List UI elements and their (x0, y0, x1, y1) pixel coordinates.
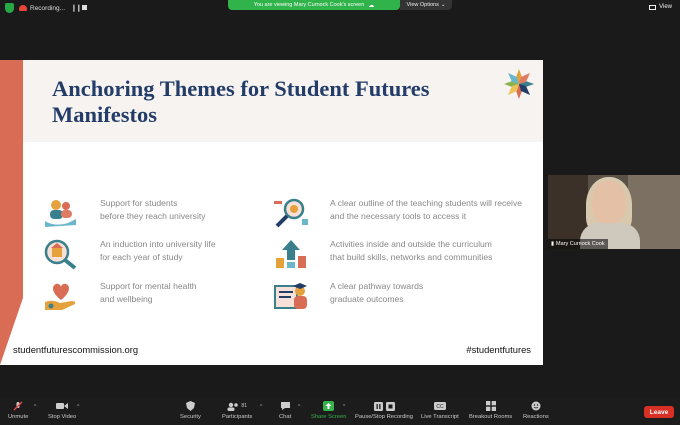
theme-item: A clear pathway towards graduate outcome… (272, 280, 423, 312)
pause-stop-recording-label: Pause/Stop Recording (355, 414, 414, 420)
chevron-up-icon[interactable]: ^ (260, 404, 262, 410)
svg-text:CC: CC (436, 404, 444, 410)
view-label: View (659, 4, 672, 10)
theme-item: An induction into university life for ea… (42, 238, 216, 270)
breakout-rooms-button[interactable]: Breakout Rooms (469, 401, 512, 420)
participants-count: 81 (241, 403, 247, 409)
meeting-toolbar: Unmute ^ Stop Video ^ Security 81 Partic… (0, 398, 680, 425)
video-camera-icon (56, 401, 69, 411)
shared-slide: Anchoring Themes for Student Futures Man… (0, 60, 543, 365)
participants-label: Participants (222, 414, 253, 420)
pause-recording-icon[interactable]: ❙❙ (71, 4, 82, 12)
theme-item: A clear outline of the teaching students… (272, 197, 522, 229)
heart-hand-icon (45, 283, 76, 310)
share-screen-icon (323, 401, 335, 411)
security-button[interactable]: Security (180, 401, 201, 420)
smiley-icon (530, 401, 542, 411)
slide-title: Anchoring Themes for Student Futures Man… (52, 76, 430, 127)
live-transcript-label: Live Transcript (421, 414, 459, 420)
stop-video-button[interactable]: Stop Video (48, 401, 76, 420)
unmute-label: Unmute (8, 414, 29, 420)
mic-muted-icon (12, 401, 24, 411)
theme-item-text: An induction into university life for ea… (100, 239, 216, 262)
theme-item-text: A clear outline of the teaching students… (330, 198, 523, 221)
theme-item: Support for students before they reach u… (42, 197, 206, 229)
theme-item: Activities inside and outside the curric… (272, 238, 492, 270)
screen-share-banner: You are viewing Mary Curnock Cook's scre… (228, 0, 400, 10)
theme-item-text: Support for students before they reach u… (100, 198, 206, 221)
theme-item: Support for mental health and wellbeing (42, 280, 197, 312)
participant-name: Mary Curnock Cook (556, 241, 605, 247)
participant-video[interactable]: ▮ Mary Curnock Cook (548, 175, 680, 249)
participant-name-tag: ▮ Mary Curnock Cook (548, 239, 608, 249)
stop-recording-icon[interactable] (82, 5, 87, 10)
view-options-button[interactable]: View Options ⌄ (400, 0, 452, 10)
stop-video-label: Stop Video (48, 414, 77, 420)
chevron-up-icon[interactable]: ^ (343, 404, 345, 410)
pause-stop-recording-button[interactable]: Pause/Stop Recording (355, 401, 413, 420)
tools-magnifier-icon (274, 198, 308, 228)
security-label: Security (180, 414, 201, 420)
growth-arrow-icon (276, 240, 306, 268)
support-hands-icon (45, 200, 76, 227)
reactions-button[interactable]: Reactions (523, 401, 549, 420)
live-transcript-button[interactable]: CC Live Transcript (421, 401, 459, 420)
breakout-rooms-label: Breakout Rooms (469, 414, 513, 420)
footer-url: studentfuturescommission.org (13, 344, 139, 355)
breakout-rooms-icon (485, 401, 497, 411)
chat-label: Chat (279, 414, 292, 420)
recording-icon (19, 5, 27, 11)
shield-icon (184, 401, 196, 411)
theme-item-text: Activities inside and outside the curric… (330, 239, 493, 262)
participants-icon: 81 (225, 401, 249, 411)
meeting-top-bar: Recording... ❙❙ You are viewing Mary Cur… (0, 0, 680, 16)
chevron-up-icon[interactable]: ^ (34, 404, 36, 410)
leave-button[interactable]: Leave (644, 406, 674, 418)
recording-indicator: Recording... (19, 2, 65, 14)
grid-view-icon (649, 4, 657, 10)
theme-item-text: Support for mental health and wellbeing (100, 281, 197, 304)
chevron-up-icon[interactable]: ^ (77, 404, 79, 410)
shield-icon[interactable] (5, 3, 14, 13)
reactions-label: Reactions (523, 414, 549, 420)
theme-item-text: A clear pathway towards graduate outcome… (330, 281, 424, 304)
closed-caption-icon: CC (433, 401, 446, 411)
share-icon: ☁ (368, 2, 375, 9)
banner-text: You are viewing Mary Curnock Cook's scre… (253, 2, 365, 8)
view-button[interactable]: View (649, 4, 672, 10)
graduate-certificate-icon (274, 283, 307, 309)
chevron-down-icon: ⌄ (440, 2, 446, 8)
magnifier-building-icon (44, 239, 77, 270)
pause-stop-icon (372, 401, 396, 411)
chat-button[interactable]: Chat (279, 401, 291, 420)
star-logo-icon (504, 69, 534, 99)
chevron-up-icon[interactable]: ^ (298, 404, 300, 410)
unmute-button[interactable]: Unmute (8, 401, 28, 420)
share-screen-button[interactable]: Share Screen (311, 401, 346, 420)
signal-icon: ▮ (551, 241, 555, 247)
participants-button[interactable]: 81 Participants (222, 401, 252, 420)
slide-accent-stripe (0, 60, 23, 365)
chat-bubble-icon (279, 401, 291, 411)
recording-label: Recording... (30, 4, 66, 12)
view-options-label: View Options (406, 2, 439, 8)
share-screen-label: Share Screen (311, 414, 347, 420)
footer-hashtag: #studentfutures (466, 344, 531, 355)
participant-face (592, 181, 626, 225)
